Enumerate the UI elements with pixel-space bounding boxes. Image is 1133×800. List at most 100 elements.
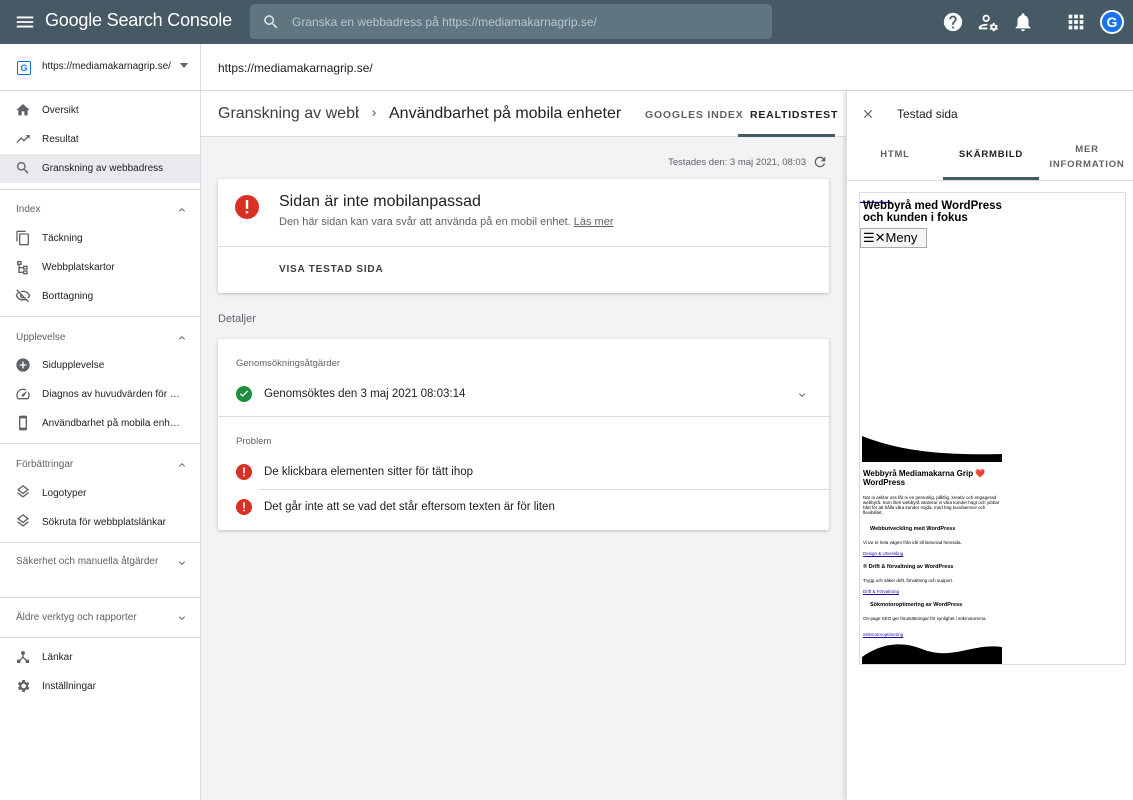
- divider: [218, 246, 829, 247]
- inspected-url-bar: https://mediamakarnagrip.se/: [201, 44, 1133, 91]
- panel-tab-html[interactable]: HTML: [847, 149, 943, 160]
- sidebar-item-mobile-usability[interactable]: Användbarhet på mobila enheter: [0, 409, 200, 438]
- sidebar-item-label: Översikt: [42, 105, 79, 116]
- chevron-down-icon: [179, 616, 185, 620]
- section-enhancements[interactable]: Förbättringar: [0, 451, 200, 479]
- breadcrumb-url-inspection[interactable]: Granskning av webbadress: [218, 105, 359, 123]
- divider: [0, 316, 200, 317]
- apps-grid-icon[interactable]: [1065, 11, 1087, 33]
- section-title: Äldre verktyg och rapporter: [16, 612, 137, 623]
- tab-live-test[interactable]: REALTIDSTEST: [750, 109, 838, 121]
- panel-tab-screenshot[interactable]: SKÄRMBILD: [943, 149, 1039, 160]
- tested-page-panel: Testad sida HTML SKÄRMBILD MER INFORMATI…: [846, 91, 1133, 800]
- help-icon[interactable]: [942, 11, 964, 33]
- divider: [0, 542, 200, 543]
- sidebar-item-label: Resultat: [42, 134, 79, 145]
- divider: [0, 189, 200, 190]
- divider: [0, 637, 200, 638]
- sidebar-item-label: Webbplatskartor: [42, 262, 115, 273]
- property-favicon-icon: G: [17, 61, 31, 75]
- learn-more-link[interactable]: Läs mer: [574, 216, 614, 228]
- sidebar-item-sitemaps[interactable]: Webbplatskartor: [0, 253, 200, 282]
- sidebar-item-removals[interactable]: Borttagning: [0, 282, 200, 311]
- page-screenshot: ▬▬▬▬▬▬▬▬ Webbyrå med WordPress och kunde…: [859, 192, 1126, 665]
- layers-icon: [17, 485, 29, 498]
- sidebar-item-label: Användbarhet på mobila enheter: [42, 418, 184, 429]
- sidebar-item-sitelinks-searchbox[interactable]: Sökruta för webbplatslänkar: [0, 508, 200, 537]
- section-security[interactable]: Säkerhet och manuella åtgärder: [0, 549, 200, 589]
- sidebar-item-coverage[interactable]: Täckning: [0, 224, 200, 253]
- error-icon: [235, 195, 259, 219]
- manage-users-icon[interactable]: [977, 11, 999, 33]
- app-logo[interactable]: Google Search Console: [45, 10, 232, 31]
- account-avatar[interactable]: G: [1100, 10, 1124, 34]
- sidebar-item-core-web-vitals[interactable]: Diagnos av huvudvärden för webben: [0, 380, 200, 409]
- screenshot-section2-link: Drift & Förvaltning: [863, 589, 900, 594]
- url-inspection-search[interactable]: [250, 4, 772, 39]
- dropdown-caret-icon: [180, 63, 188, 68]
- section-experience[interactable]: Upplevelse: [0, 324, 200, 352]
- speed-icon: [16, 388, 30, 400]
- problem-text: Det går inte att se vad det står efterso…: [264, 501, 555, 513]
- crawl-row-text: Genomsöktes den 3 maj 2021 08:03:14: [264, 388, 466, 400]
- property-url: https://mediamakarnagrip.se/: [42, 61, 171, 72]
- plus-circle-icon: [16, 358, 30, 372]
- section-title: Förbättringar: [16, 459, 74, 470]
- sidebar-item-label: Borttagning: [42, 291, 94, 302]
- top-app-bar: Google Search Console G: [0, 0, 1133, 44]
- sidebar-item-label: Sidupplevelse: [42, 360, 105, 371]
- section-legacy[interactable]: Äldre verktyg och rapporter: [0, 604, 200, 632]
- problem-row[interactable]: Det går inte att se vad det står efterso…: [218, 493, 829, 521]
- chevron-down-icon[interactable]: [796, 389, 808, 401]
- panel-tab-more-info[interactable]: MER INFORMATION: [1044, 142, 1130, 172]
- screenshot-section2-title: ® Drift & förvaltning av WordPress: [863, 564, 954, 570]
- screenshot-wave-bottom: [862, 644, 1002, 664]
- copy-icon: [16, 230, 29, 246]
- screenshot-section3-title: Sökmotoroptimering av WordPress: [870, 602, 963, 608]
- refresh-icon[interactable]: [812, 154, 828, 170]
- phone-icon: [19, 415, 27, 431]
- problem-text: De klickbara elementen sitter för tätt i…: [264, 466, 474, 478]
- sidebar-item-label: Täckning: [42, 233, 83, 244]
- sidebar-item-logos[interactable]: Logotyper: [0, 479, 200, 508]
- crawl-row[interactable]: Genomsöktes den 3 maj 2021 08:03:14: [218, 380, 829, 408]
- home-icon: [16, 104, 30, 116]
- search-input[interactable]: [292, 4, 762, 39]
- chevron-right-icon: [372, 110, 376, 116]
- visibility-off-icon: [15, 289, 31, 303]
- screenshot-site-title: Webbyrå med WordPress och kunden i fokus: [863, 200, 1002, 224]
- result-title: Sidan är inte mobilanpassad: [279, 193, 481, 210]
- menu-icon[interactable]: [14, 11, 36, 33]
- divider: [0, 597, 200, 598]
- screenshot-intro: När ni anlitar oss får ni en personlig, …: [863, 495, 1000, 515]
- screenshot-section2-text: Trygg och säker drift, förvaltning och s…: [863, 578, 954, 583]
- sidebar-item-links[interactable]: Länkar: [0, 643, 200, 672]
- section-title: Index: [16, 204, 41, 215]
- sidebar-item-url-inspection[interactable]: Granskning av webbadress: [0, 154, 200, 183]
- sidebar-item-label: Diagnos av huvudvärden för webben: [42, 389, 184, 400]
- sidebar-item-page-experience[interactable]: Sidupplevelse: [0, 351, 200, 380]
- notifications-icon[interactable]: [1012, 11, 1034, 33]
- screenshot-section3-text: On-page SEO ger förutsättningar för synl…: [863, 616, 987, 621]
- property-selector[interactable]: G https://mediamakarnagrip.se/: [0, 44, 200, 91]
- tab-google-index[interactable]: GOOGLES INDEX: [645, 109, 744, 121]
- screenshot-heading: Webbyrå Mediamakarna Grip ❤️ WordPress: [863, 469, 986, 487]
- close-icon[interactable]: [861, 107, 875, 121]
- active-tab-indicator: [738, 134, 835, 137]
- sidebar-item-settings[interactable]: Inställningar: [0, 672, 200, 701]
- sidebar-item-label: Logotyper: [42, 488, 87, 499]
- screenshot-section3-link: Sökmotoroptimering: [863, 632, 904, 637]
- problem-row[interactable]: De klickbara elementen sitter för tätt i…: [218, 458, 829, 486]
- report-header: Granskning av webbadress Användbarhet på…: [201, 91, 846, 137]
- divider: [847, 180, 1133, 181]
- sidebar-item-performance[interactable]: Resultat: [0, 125, 200, 154]
- section-index[interactable]: Index: [0, 196, 200, 224]
- divider: [259, 489, 829, 490]
- error-icon: [236, 499, 252, 515]
- sidebar-item-overview[interactable]: Översikt: [0, 96, 200, 125]
- crawl-section-title: Genomsökningsåtgärder: [236, 358, 341, 369]
- search-icon: [16, 162, 29, 174]
- section-title: Upplevelse: [16, 332, 66, 343]
- page-title: Användbarhet på mobila enheter: [389, 105, 622, 122]
- view-tested-page-button[interactable]: VISA TESTAD SIDA: [279, 264, 383, 275]
